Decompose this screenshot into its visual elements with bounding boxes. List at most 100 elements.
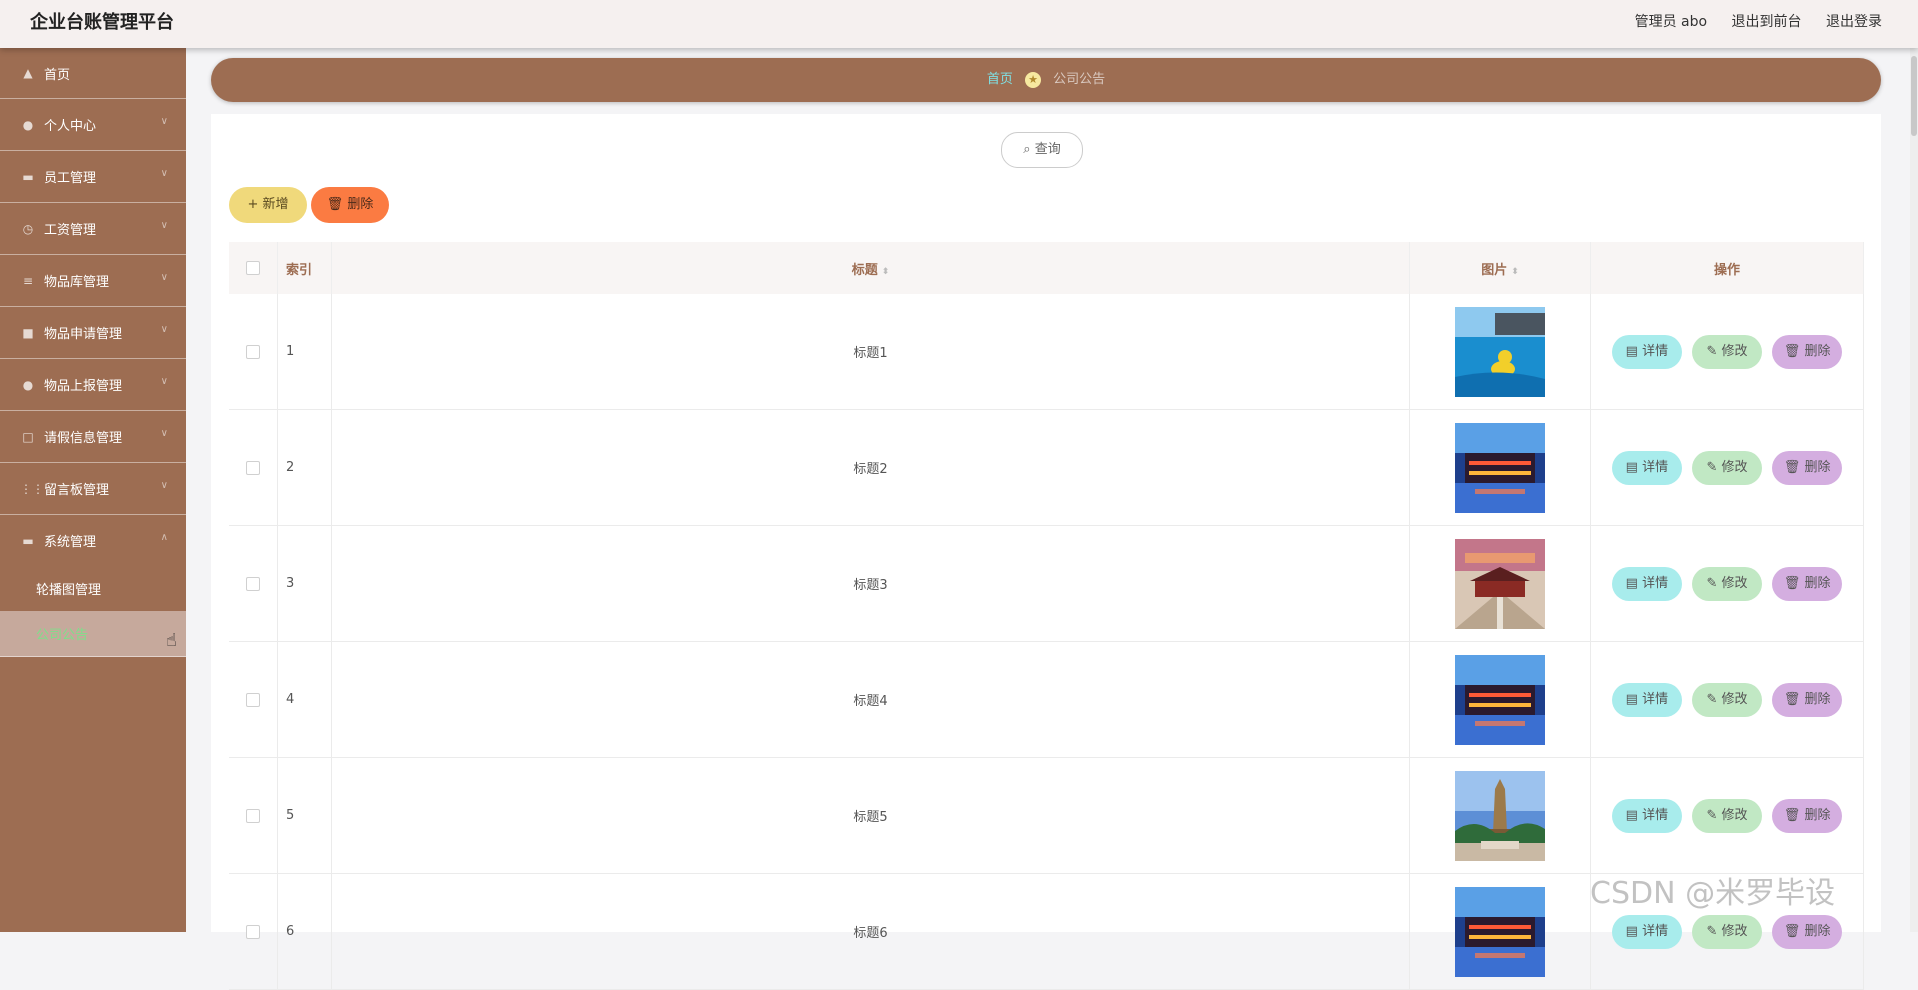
row-delete-button[interactable]: 🗑 删除 <box>1772 566 1843 601</box>
row-image-cell <box>1409 641 1591 758</box>
sidebar-item-home[interactable]: ▲ 首页 <box>0 48 186 99</box>
row-checkbox-cell <box>229 525 278 642</box>
thumbnail-image[interactable] <box>1455 422 1545 513</box>
exit-to-front-link[interactable]: 退出到前台 <box>1732 14 1802 30</box>
row-delete-button-label: 删除 <box>1804 575 1831 591</box>
edit-button-label: 修改 <box>1721 807 1748 823</box>
sidebar-item-item-report[interactable]: ● 物品上报管理 ∨ <box>0 359 186 411</box>
sidebar-item-inventory[interactable]: ≡ 物品库管理 ∨ <box>0 255 186 307</box>
search-button-label: 查询 <box>1034 142 1061 157</box>
detail-button[interactable]: ▤ 详情 <box>1611 682 1682 717</box>
sidebar-item-label: 工资管理 <box>44 223 97 238</box>
pencil-icon: ✎ <box>1706 575 1718 591</box>
detail-button-label: 详情 <box>1642 691 1669 707</box>
thumbnail-image[interactable] <box>1455 538 1545 629</box>
document-icon: ▤ <box>1625 459 1638 475</box>
row-index: 4 <box>277 641 332 758</box>
row-title: 标题3 <box>331 525 1410 642</box>
sidebar-item-employee[interactable]: ▬ 员工管理 ∨ <box>0 151 186 203</box>
row-checkbox-cell <box>229 294 278 410</box>
detail-button-label: 详情 <box>1642 923 1669 939</box>
row-delete-button[interactable]: 🗑 删除 <box>1772 334 1843 369</box>
search-button[interactable]: ⌕ 查询 <box>1001 132 1083 168</box>
detail-button-label: 详情 <box>1642 459 1669 475</box>
logout-link[interactable]: 退出登录 <box>1826 14 1882 30</box>
select-all-checkbox[interactable] <box>246 261 260 275</box>
document-icon: ▤ <box>1625 575 1638 591</box>
row-checkbox[interactable] <box>246 692 260 707</box>
edit-button[interactable]: ✎ 修改 <box>1692 566 1762 601</box>
sidebar-subitem-carousel[interactable]: 轮播图管理 <box>0 566 186 611</box>
header-actions: 操作 <box>1590 242 1864 294</box>
edit-button-label: 修改 <box>1721 459 1748 475</box>
row-title: 标题4 <box>331 641 1410 758</box>
chevron-down-icon: ∨ <box>160 324 168 335</box>
hand-cursor-icon: ☝ <box>166 630 177 651</box>
chevron-down-icon: ∨ <box>160 272 168 283</box>
row-actions: ▤ 详情 ✎ 修改 🗑 删除 <box>1590 757 1864 874</box>
trash-icon: 🗑 <box>1783 807 1801 823</box>
row-checkbox[interactable] <box>246 344 260 359</box>
sidebar: ▲ 首页 ● 个人中心 ∨ ▬ 员工管理 ∨ ◷ 工资管理 ∨ ≡ 物品库管理 … <box>0 48 186 932</box>
thumbnail-image[interactable] <box>1455 654 1545 745</box>
edit-button[interactable]: ✎ 修改 <box>1692 682 1762 717</box>
scrollbar-thumb[interactable] <box>1911 56 1917 136</box>
star-icon: ★ <box>1025 71 1041 88</box>
detail-button[interactable]: ▤ 详情 <box>1611 450 1682 485</box>
list-icon: ≡ <box>22 273 34 288</box>
trash-icon: 🗑 <box>326 197 344 212</box>
row-delete-button[interactable]: 🗑 删除 <box>1772 682 1843 717</box>
row-delete-button[interactable]: 🗑 删除 <box>1772 798 1843 833</box>
row-actions: ▤ 详情 ✎ 修改 🗑 删除 <box>1590 525 1864 642</box>
detail-button[interactable]: ▤ 详情 <box>1611 566 1682 601</box>
sidebar-subitem-label: 公司公告 <box>36 628 89 643</box>
detail-button[interactable]: ▤ 详情 <box>1611 798 1682 833</box>
sidebar-item-item-request[interactable]: ■ 物品申请管理 ∨ <box>0 307 186 359</box>
row-actions: ▤ 详情 ✎ 修改 🗑 删除 <box>1590 294 1864 410</box>
page-scrollbar[interactable] <box>1910 48 1918 932</box>
table-row: 1 标题1 ▤ 详情 ✎ 修改 🗑 删除 <box>229 294 1864 410</box>
sidebar-item-system[interactable]: ▬ 系统管理 ∧ <box>0 515 186 566</box>
breadcrumb-current: 公司公告 <box>1053 72 1106 87</box>
user-icon: ● <box>22 377 34 392</box>
edit-button[interactable]: ✎ 修改 <box>1692 798 1762 833</box>
breadcrumb: 首页 ★ 公司公告 <box>211 58 1881 102</box>
sidebar-item-label: 物品上报管理 <box>44 379 123 394</box>
header-title[interactable]: 标题 ⬍ <box>331 242 1410 294</box>
sidebar-item-message-board[interactable]: ⋮⋮ 留言板管理 ∨ <box>0 463 186 515</box>
thumbnail-image[interactable] <box>1455 306 1545 397</box>
top-bar: 企业台账管理平台 管理员 abo 退出到前台 退出登录 <box>0 0 1918 48</box>
row-checkbox[interactable] <box>246 808 260 823</box>
server-icon: ▬ <box>22 533 34 548</box>
detail-button[interactable]: ▤ 详情 <box>1611 334 1682 369</box>
row-delete-button-label: 删除 <box>1804 343 1831 359</box>
chevron-down-icon: ∨ <box>160 220 168 231</box>
sidebar-item-label: 员工管理 <box>44 171 97 186</box>
sidebar-subitem-announcement[interactable]: 公司公告 ☝ <box>0 611 186 657</box>
add-button[interactable]: + 新增 <box>229 187 307 223</box>
header-image[interactable]: 图片 ⬍ <box>1409 242 1591 294</box>
thumbnail-image[interactable] <box>1455 770 1545 861</box>
pencil-icon: ✎ <box>1706 691 1718 707</box>
sidebar-item-salary[interactable]: ◷ 工资管理 ∨ <box>0 203 186 255</box>
row-delete-button-label: 删除 <box>1804 691 1831 707</box>
breadcrumb-home[interactable]: 首页 <box>987 72 1013 87</box>
edit-button[interactable]: ✎ 修改 <box>1692 450 1762 485</box>
batch-delete-button[interactable]: 🗑 删除 <box>311 187 389 223</box>
row-delete-button-label: 删除 <box>1804 459 1831 475</box>
app-title: 企业台账管理平台 <box>30 12 174 33</box>
sort-icon[interactable]: ⬍ <box>882 267 890 277</box>
sidebar-item-personal-center[interactable]: ● 个人中心 ∨ <box>0 99 186 151</box>
edit-button-label: 修改 <box>1721 343 1748 359</box>
row-delete-button[interactable]: 🗑 删除 <box>1772 450 1843 485</box>
edit-button[interactable]: ✎ 修改 <box>1692 334 1762 369</box>
row-checkbox-cell <box>229 409 278 526</box>
sidebar-item-leave[interactable]: □ 请假信息管理 ∨ <box>0 411 186 463</box>
add-button-label: 新增 <box>262 197 289 212</box>
row-checkbox[interactable] <box>246 460 260 475</box>
document-icon: ▤ <box>1625 343 1638 359</box>
current-user: 管理员 abo <box>1634 14 1708 30</box>
home-icon: ▲ <box>23 66 33 80</box>
sort-icon[interactable]: ⬍ <box>1511 267 1519 277</box>
row-checkbox[interactable] <box>246 576 260 591</box>
